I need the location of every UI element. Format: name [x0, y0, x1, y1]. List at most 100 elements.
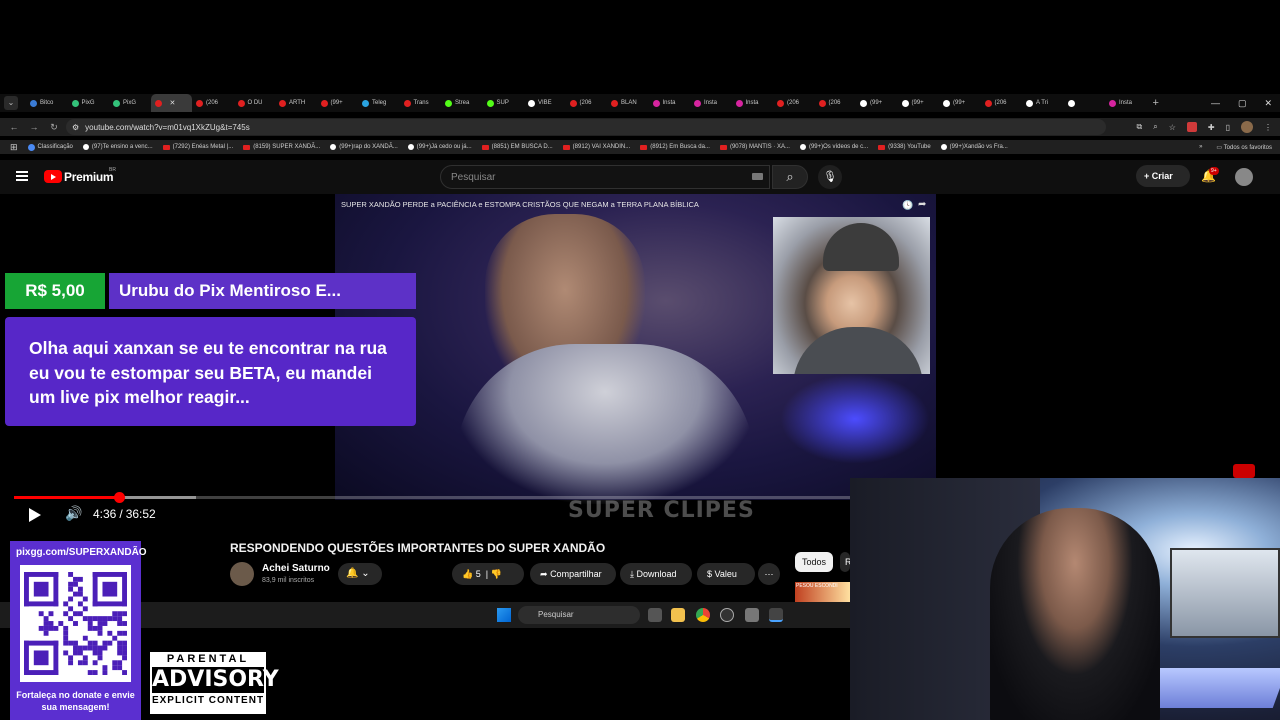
more-actions-button[interactable]: ⋯: [758, 563, 780, 585]
browser-tab[interactable]: (206: [192, 94, 234, 112]
browser-tab[interactable]: A Tri: [1022, 94, 1064, 112]
bookmark-item[interactable]: (8912) VAI XANDIN...: [562, 144, 630, 151]
bookmark-item[interactable]: (99+)Já cedo ou já...: [407, 144, 472, 151]
taskbar-search[interactable]: Pesquisar: [518, 606, 640, 624]
browser-tab[interactable]: VIBE: [524, 94, 566, 112]
maximize-icon[interactable]: ▢: [1238, 98, 1247, 109]
browser-tab[interactable]: Strea: [441, 94, 483, 112]
browser-tab[interactable]: [1064, 94, 1106, 112]
progress-handle[interactable]: [113, 492, 125, 503]
bookmark-item[interactable]: (9338) YouTube: [878, 144, 931, 151]
browser-tab[interactable]: BLAN: [607, 94, 649, 112]
keyboard-icon[interactable]: [752, 173, 763, 180]
minimize-icon[interactable]: —: [1211, 98, 1220, 108]
zoom-icon[interactable]: ⌕: [1153, 122, 1157, 132]
chrome-icon[interactable]: [696, 608, 710, 622]
play-icon[interactable]: [29, 508, 41, 522]
file-explorer-icon[interactable]: [671, 608, 685, 622]
star-icon[interactable]: ☆: [1169, 123, 1176, 132]
menu-dots-icon[interactable]: ⋮: [1264, 123, 1272, 132]
voice-search-button[interactable]: 🎙: [818, 165, 842, 189]
bookmark-item[interactable]: Classificação: [27, 143, 73, 151]
bookmark-item[interactable]: (99+)Xandão vs Fra...: [940, 144, 1008, 151]
bookmark-item[interactable]: (8159) SUPER XANDÃ...: [243, 144, 320, 151]
search-button[interactable]: ⌕: [772, 165, 808, 189]
browser-tab[interactable]: (99+: [856, 94, 898, 112]
filter-chip-related[interactable]: R: [840, 552, 850, 572]
browser-tab[interactable]: (99+: [939, 94, 981, 112]
bookmark-item[interactable]: (99+)Os vídeos de c...: [799, 144, 868, 151]
settings-icon[interactable]: [745, 608, 759, 622]
extensions-puzzle-icon[interactable]: ✚: [1208, 123, 1215, 132]
bookmark-item[interactable]: (99+)rap do XANDÃ...: [330, 144, 398, 151]
task-view-icon[interactable]: [648, 608, 662, 622]
create-button[interactable]: + Criar: [1136, 165, 1190, 187]
reload-icon[interactable]: ↻: [44, 122, 64, 133]
like-button[interactable]: 👍 5 | 👎: [452, 563, 524, 585]
address-bar[interactable]: ⚙ youtube.com/watch?v=m01vq1XkZUg&t=745s: [66, 119, 1106, 135]
back-icon[interactable]: ←: [4, 122, 24, 132]
sidepanel-icon[interactable]: ▯: [1226, 123, 1230, 132]
bookmark-item[interactable]: (8912) Em Busca da...: [640, 144, 710, 151]
bookmark-item[interactable]: (8851) EM BUSCA D...: [481, 144, 553, 151]
browser-tab[interactable]: (206: [981, 94, 1023, 112]
new-tab-icon[interactable]: +: [1153, 97, 1159, 109]
youtube-brand[interactable]: Premium: [64, 170, 114, 184]
bookmark-item[interactable]: (9078) MANTIS · XA...: [719, 144, 790, 151]
browser-tab[interactable]: O DU: [234, 94, 276, 112]
webcam-keyboard: [1142, 668, 1280, 708]
globe-icon: [27, 143, 35, 151]
obs-icon[interactable]: [720, 608, 734, 622]
browser-tab[interactable]: PixG: [68, 94, 110, 112]
cast-icon[interactable]: ⧉: [1137, 122, 1143, 132]
progress-bar[interactable]: [14, 492, 850, 503]
browser-tab[interactable]: (206: [815, 94, 857, 112]
bookmark-item[interactable]: (7292) Enéas Metal |...: [162, 144, 233, 151]
profile-avatar[interactable]: [1241, 121, 1253, 133]
youtube-logo-icon[interactable]: [44, 170, 62, 183]
volume-icon[interactable]: 🔊: [65, 505, 82, 522]
thanks-button[interactable]: $ Valeu: [697, 563, 755, 585]
channel-name[interactable]: Achei Saturno: [262, 563, 330, 574]
close-window-icon[interactable]: ✕: [1264, 98, 1272, 109]
subscription-bell-button[interactable]: 🔔 ⌄: [338, 563, 382, 585]
windows-start-icon[interactable]: [497, 608, 511, 622]
browser-tab[interactable]: (99+: [317, 94, 359, 112]
bookmark-item[interactable]: (97)Te ensino a venc...: [82, 144, 153, 151]
browser-tab[interactable]: ✕: [150, 94, 192, 112]
browser-tab[interactable]: Insta: [649, 94, 691, 112]
chevron-right-icon[interactable]: »: [1199, 144, 1202, 150]
download-button[interactable]: ⤓ Download: [620, 563, 692, 585]
all-bookmarks[interactable]: ▭ Todos os favoritos: [1216, 144, 1272, 151]
user-avatar[interactable]: [1235, 168, 1253, 186]
filter-chip-all[interactable]: Todos: [795, 552, 834, 572]
browser-tab[interactable]: Teleg: [358, 94, 400, 112]
extension-icon[interactable]: [1186, 122, 1197, 132]
browser-tab[interactable]: ARTH: [275, 94, 317, 112]
forward-icon[interactable]: →: [24, 122, 44, 132]
thumbs-down-icon[interactable]: 👎: [491, 569, 502, 579]
browser-tab[interactable]: SUP: [483, 94, 525, 112]
watch-later-icon[interactable]: 🕓: [902, 200, 913, 211]
site-info-icon[interactable]: ⚙: [72, 123, 79, 132]
share-button[interactable]: ➦ Compartilhar: [530, 563, 616, 585]
search-input[interactable]: Pesquisar: [440, 165, 770, 189]
apps-grid-icon[interactable]: ⊞: [10, 142, 18, 153]
tab-search-icon[interactable]: ⌄: [4, 96, 18, 110]
browser-tab[interactable]: Bitco: [26, 94, 68, 112]
menu-icon[interactable]: [16, 171, 28, 181]
browser-tab[interactable]: Insta: [732, 94, 774, 112]
browser-tab[interactable]: (206: [566, 94, 608, 112]
browser-tab[interactable]: Insta: [690, 94, 732, 112]
app-icon[interactable]: [769, 608, 783, 622]
channel-avatar[interactable]: [230, 562, 254, 586]
browser-tab[interactable]: (99+: [898, 94, 940, 112]
browser-tab[interactable]: Trans: [400, 94, 442, 112]
browser-tab[interactable]: Insta: [1105, 94, 1147, 112]
browser-tab[interactable]: (206: [773, 94, 815, 112]
share-arrow-icon[interactable]: ➦: [918, 199, 926, 210]
video-player[interactable]: SUPER XANDÃO PERDE a PACIÊNCIA e ESTOMPA…: [0, 194, 936, 534]
tab-close-icon[interactable]: ✕: [170, 99, 176, 107]
recommended-thumbnail[interactable]: PESOU ESCONDI: [795, 582, 850, 604]
browser-tab[interactable]: PixG: [109, 94, 151, 112]
